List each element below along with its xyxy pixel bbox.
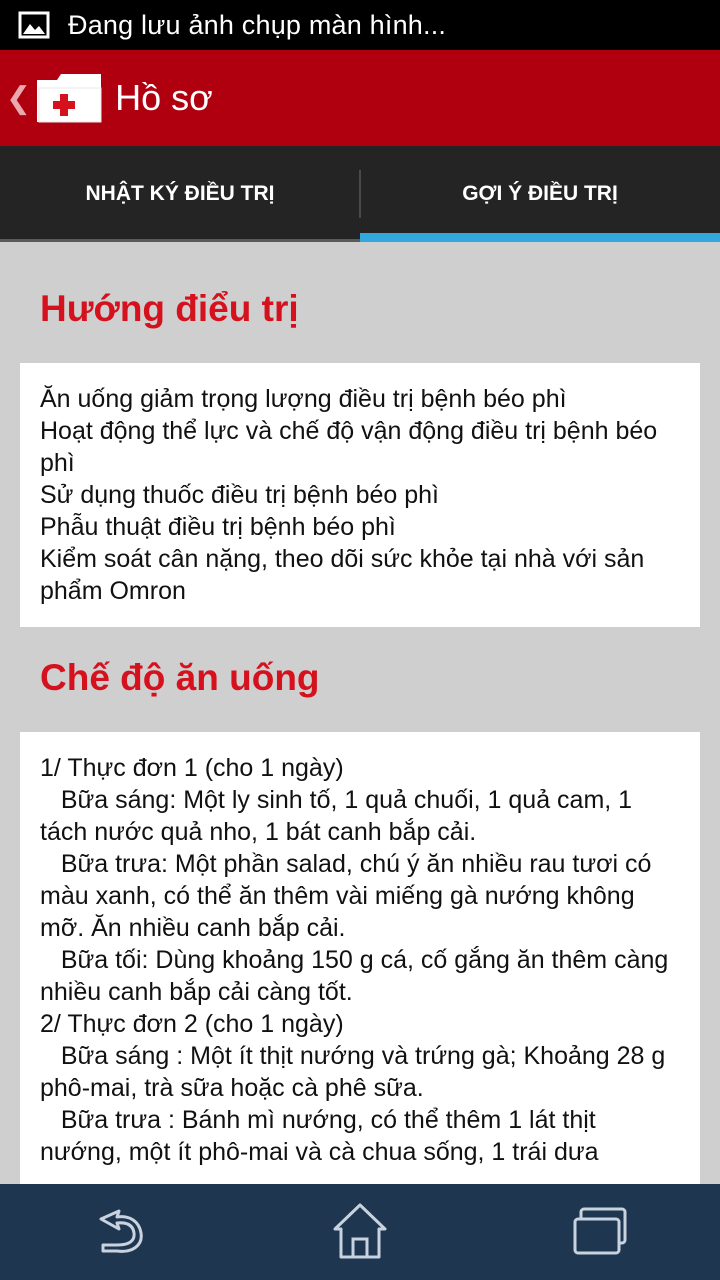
chevron-left-icon: ❮ — [6, 81, 32, 115]
treatment-line: Kiểm soát cân nặng, theo dõi sức khỏe tạ… — [40, 545, 652, 605]
tab-label: NHẬT KÝ ĐIỀU TRỊ — [85, 182, 275, 205]
recent-apps-icon[interactable] — [567, 1199, 633, 1265]
section-title-treatment: Hướng điểu trị — [40, 288, 299, 329]
medical-folder-icon — [37, 74, 102, 123]
treatment-line: Ăn uống giảm trọng lượng điều trị bệnh b… — [40, 385, 567, 413]
tab-separator — [359, 170, 361, 218]
active-tab-indicator — [360, 233, 720, 242]
diet-line: Bữa sáng: Một ly sinh tố, 1 quả chuối, 1… — [40, 786, 640, 846]
diet-line: Bữa sáng : Một ít thịt nướng và trứng gà… — [40, 1042, 673, 1102]
home-icon[interactable] — [327, 1199, 393, 1265]
treatment-line: Phẫu thuật điều trị bệnh béo phì — [40, 513, 396, 541]
tab-bar: NHẬT KÝ ĐIỀU TRỊ GỢI Ý ĐIỀU TRỊ — [0, 146, 720, 242]
up-navigation[interactable]: ❮ — [0, 50, 105, 146]
diet-card: 1/ Thực đơn 1 (cho 1 ngày) Bữa sáng: Một… — [20, 732, 700, 1184]
action-bar: ❮ Hồ sơ — [0, 50, 720, 146]
content-scroll[interactable]: Hướng điểu trị Ăn uống giảm trọng lượng … — [0, 242, 720, 1184]
section-title-diet: Chế độ ăn uống — [40, 657, 320, 698]
treatment-card: Ăn uống giảm trọng lượng điều trị bệnh b… — [20, 363, 700, 627]
back-icon[interactable] — [87, 1199, 153, 1265]
tab-treatment-log[interactable]: NHẬT KÝ ĐIỀU TRỊ — [0, 146, 360, 242]
treatment-line: Hoạt động thể lực và chế độ vận động điề… — [40, 417, 665, 477]
tab-label: GỢI Ý ĐIỀU TRỊ — [462, 182, 618, 205]
tab-treatment-suggestions[interactable]: GỢI Ý ĐIỀU TRỊ — [360, 146, 720, 242]
page-title: Hồ sơ — [115, 77, 213, 118]
diet-line: Bữa tối: Dùng khoảng 150 g cá, cố gắng ă… — [40, 946, 676, 1006]
status-bar: Đang lưu ảnh chụp màn hình... — [0, 0, 720, 50]
image-icon — [18, 11, 50, 39]
diet-line: 2/ Thực đơn 2 (cho 1 ngày) — [40, 1010, 344, 1038]
diet-line: Bữa trưa: Một phần salad, chú ý ăn nhiều… — [40, 850, 659, 942]
navigation-bar — [0, 1184, 720, 1280]
status-text: Đang lưu ảnh chụp màn hình... — [68, 9, 447, 40]
diet-line: Bữa trưa : Bánh mì nướng, có thể thêm 1 … — [40, 1106, 603, 1166]
diet-line: 1/ Thực đơn 1 (cho 1 ngày) — [40, 754, 344, 782]
treatment-line: Sử dụng thuốc điều trị bệnh béo phì — [40, 481, 439, 509]
